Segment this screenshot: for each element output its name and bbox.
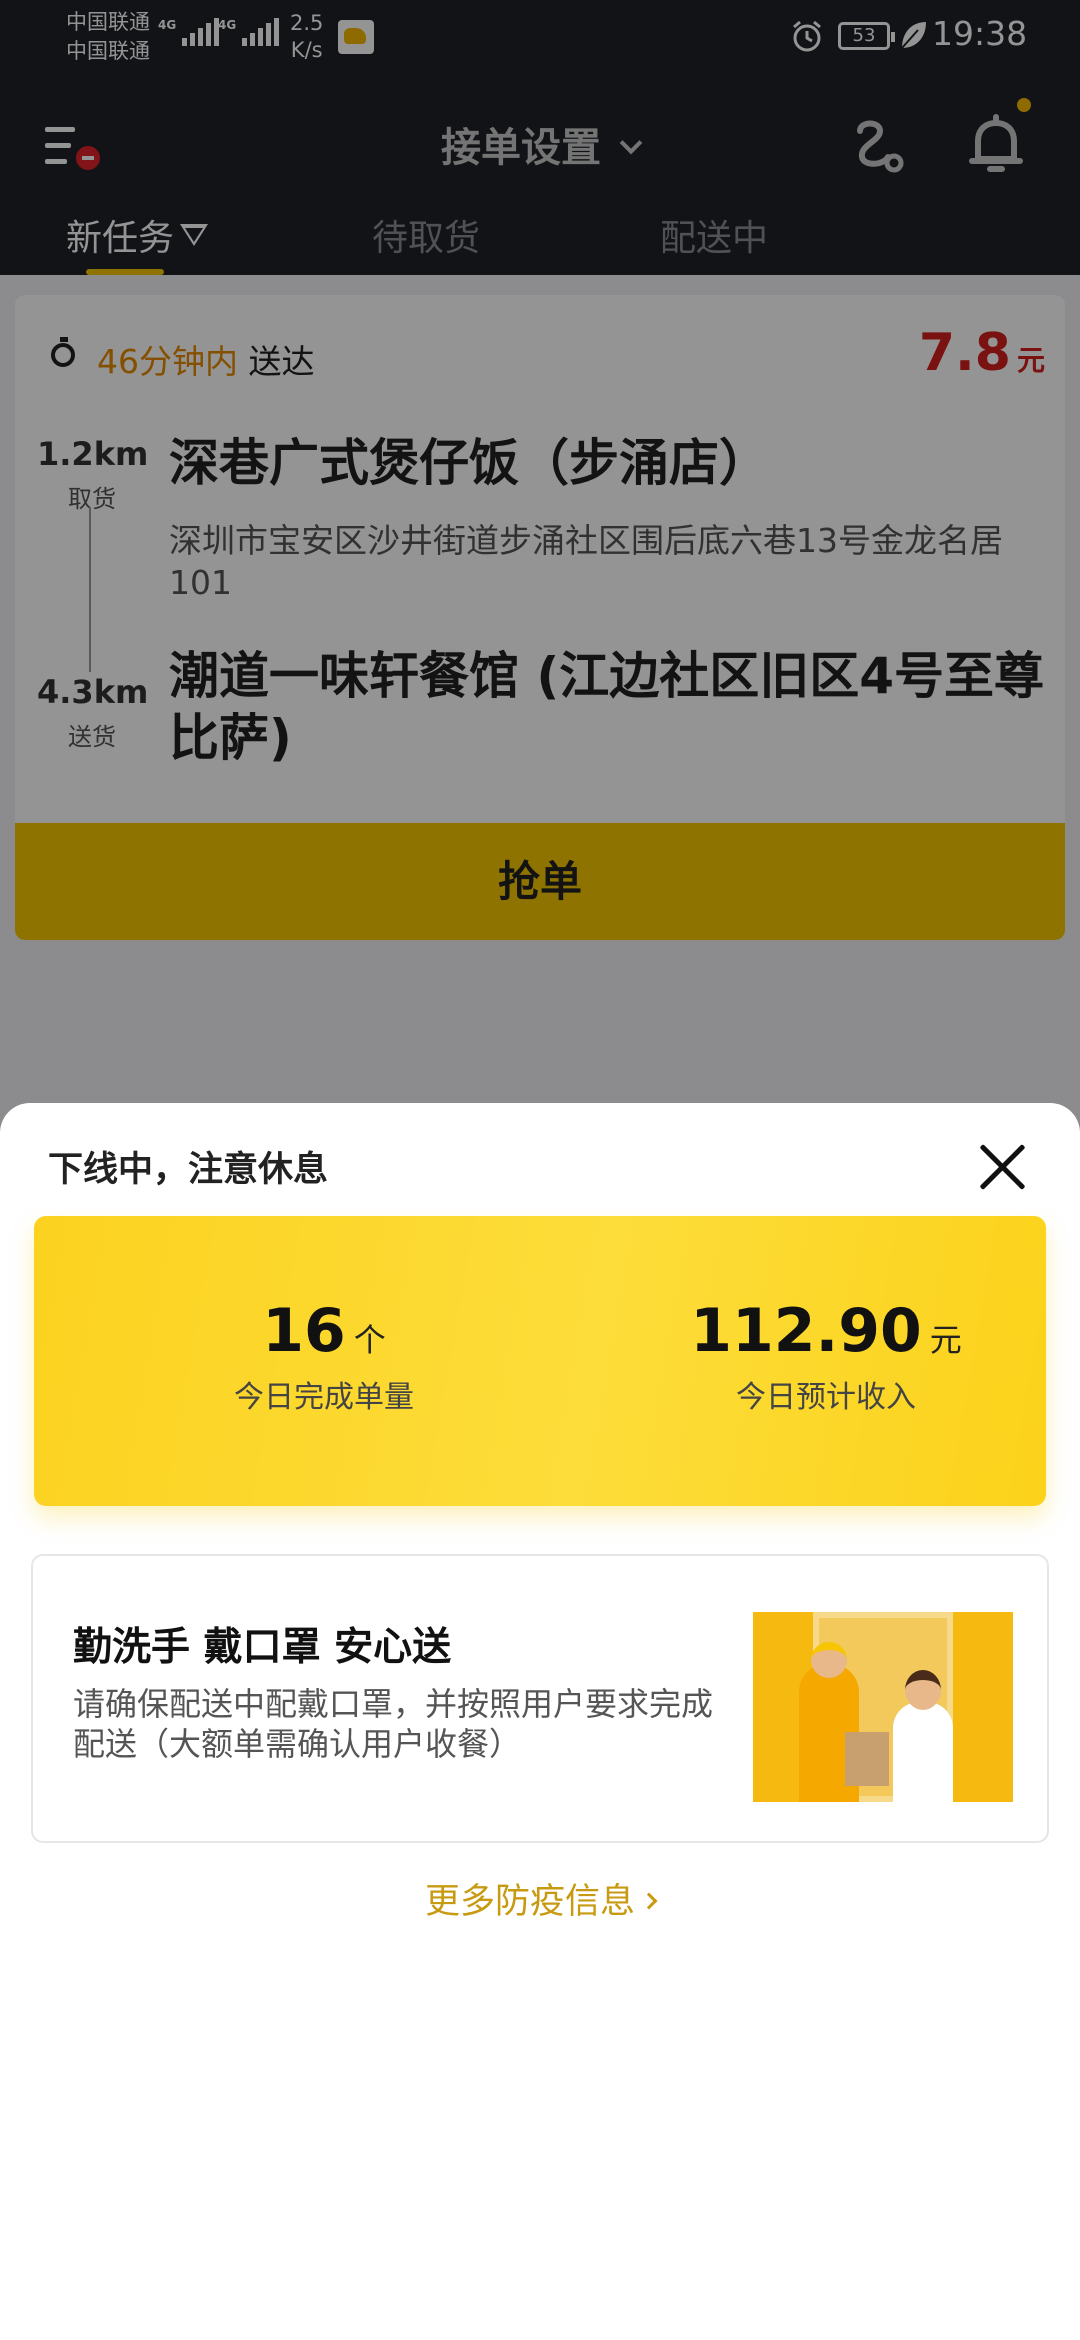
stat-orders-value: 16 [262,1296,346,1366]
stat-income-unit: 元 [929,1321,962,1359]
epidemic-notice-card[interactable]: 勤洗手 戴口罩 安心送 请确保配送中配戴口罩，并按照用户要求完成配送（大额单需确… [31,1554,1049,1843]
notice-body: 请确保配送中配戴口罩，并按照用户要求完成配送（大额单需确认用户收餐） [73,1685,714,1763]
more-epidemic-info-link[interactable]: 更多防疫信息 [0,1873,1080,1924]
today-stats-card: 16 个 今日完成单量 112.90 元 今日预计收入 [34,1216,1046,1506]
offline-bottom-sheet: 下线中，注意休息 16 个 今日完成单量 112.90 元 今日预计收入 勤洗手 戴… [0,1103,1080,2340]
stat-income: 112.90 元 今日预计收入 [616,1296,1036,1416]
stat-orders: 16 个 今日完成单量 [114,1296,534,1416]
stat-income-label: 今日预计收入 [736,1380,916,1415]
chevron-right-icon [640,1892,658,1910]
more-link-label: 更多防疫信息 [424,1882,635,1922]
stat-income-value: 112.90 [690,1296,922,1366]
courier-illustration [753,1612,1013,1802]
close-icon[interactable] [974,1139,1030,1195]
notice-title: 勤洗手 戴口罩 安心送 [73,1625,452,1670]
sheet-title: 下线中，注意休息 [48,1150,329,1190]
stat-orders-label: 今日完成单量 [234,1380,414,1415]
stat-orders-unit: 个 [353,1321,386,1359]
